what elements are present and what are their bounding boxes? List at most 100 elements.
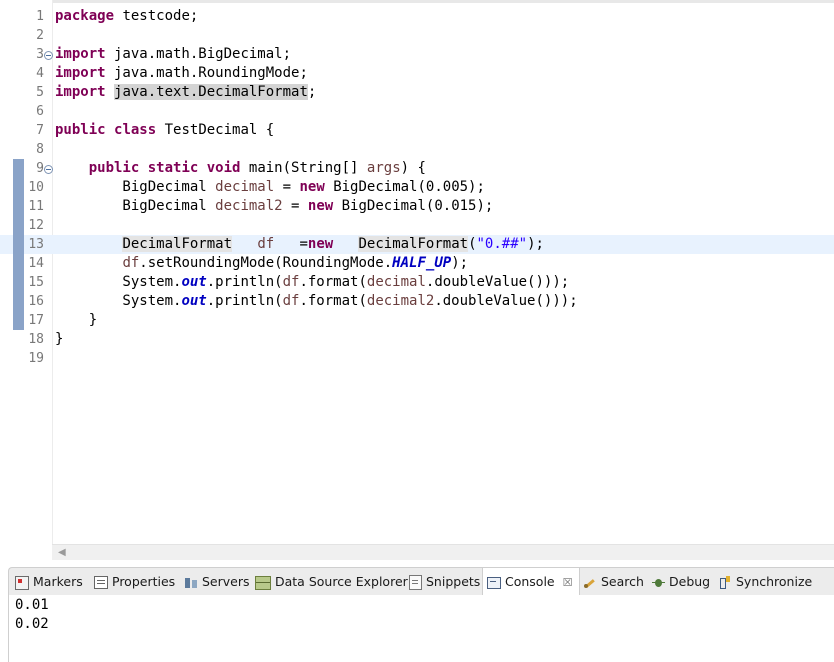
code-text: import java.math.BigDecimal; [55,45,291,64]
code-line[interactable]: 15 System.out.println(df.format(decimal.… [0,273,834,292]
token-kw: package [55,8,115,24]
token: .doubleValue())); [425,274,570,290]
token: .doubleValue())); [434,293,578,309]
tab-label: Console [505,574,555,589]
token-static-field: HALF_UP [392,255,452,271]
console-line: 0.02 [15,616,49,632]
line-number: 15 [28,275,44,290]
tab-label: Search [601,574,644,589]
code-line[interactable]: 8 [0,140,834,159]
console-output[interactable]: 0.01 0.02 [8,595,834,662]
tab-label: Snippets [426,574,481,589]
code-line[interactable]: 10 BigDecimal decimal = new BigDecimal(0… [0,178,834,197]
token: .format( [299,293,367,309]
collapse-fold-icon[interactable] [44,165,53,174]
code-line[interactable]: 3 import java.math.BigDecimal; [0,45,834,64]
code-editor[interactable]: 1 package testcode; 2 3 import java.math.Big… [0,0,834,560]
tab-synchronize[interactable]: Synchronize [719,568,812,595]
token: .println( [206,293,283,309]
debug-icon [652,576,665,589]
horizontal-scrollbar[interactable]: ◀ [52,544,834,560]
token: } [55,331,64,347]
collapse-fold-icon[interactable] [44,51,53,60]
token-kw: new [307,236,334,252]
tab-servers[interactable]: Servers [184,568,250,595]
token: java.math.BigDecimal; [105,46,292,62]
token-kw: void [206,160,241,176]
token: System. [55,274,182,290]
tab-label: Markers [33,574,83,589]
token: .println( [206,274,283,290]
tab-markers[interactable]: Markers [15,568,83,595]
token-var: df [257,236,275,252]
code-line[interactable]: 19 [0,349,834,368]
tab-search[interactable]: Search [583,568,644,595]
code-line[interactable]: 4 import java.math.RoundingMode; [0,64,834,83]
line-number: 18 [28,332,44,347]
token: BigDecimal(0.015); [333,198,494,214]
token: ); [527,236,544,252]
code-line[interactable]: 14 df.setRoundingMode(RoundingMode.HALF_… [0,254,834,273]
code-line[interactable]: 16 System.out.println(df.format(decimal2… [0,292,834,311]
code-line[interactable]: 13 DecimalFormat df =new DecimalFormat("… [0,235,834,254]
scroll-left-arrow-icon[interactable]: ◀ [58,547,66,558]
line-number: 10 [28,180,44,195]
token-kw: new [299,179,325,195]
tab-properties[interactable]: Properties [94,568,175,595]
token-kw: import [55,84,106,100]
token: java.math.RoundingMode; [105,65,308,81]
line-number: 3 [36,47,44,62]
code-line[interactable]: 18} [0,330,834,349]
close-console-icon[interactable]: ☒ [563,576,573,589]
code-text: import java.text.DecimalFormat; [55,83,316,102]
code-line[interactable]: 17 } [0,311,834,330]
token-kw: new [307,198,334,214]
token-occ: java.text.DecimalFormat [114,84,308,100]
token-var: decimal2 [366,293,435,309]
code-text: import java.math.RoundingMode; [55,64,308,83]
tab-label: Debug [669,574,711,589]
tab-console[interactable]: Console ☒ [482,568,580,596]
token-var: df [122,255,140,271]
code-line[interactable]: 6 [0,102,834,121]
token-kw: import [55,65,106,81]
line-number: 14 [28,256,44,271]
markers-icon [15,575,29,590]
code-area[interactable]: 1 package testcode; 2 3 import java.math.Big… [0,7,834,368]
code-text: BigDecimal decimal2 = new BigDecimal(0.0… [55,197,493,216]
line-number: 2 [36,28,44,43]
code-line[interactable]: 5 import java.text.DecimalFormat; [0,83,834,102]
code-line[interactable]: 12 [0,216,834,235]
code-line[interactable]: 2 [0,26,834,45]
code-line[interactable]: 1 package testcode; [0,7,834,26]
snippets-icon [409,575,422,590]
console-icon [487,576,501,589]
code-line[interactable]: 9 public static void main(String[] args)… [0,159,834,178]
line-number: 7 [36,123,44,138]
tab-snippets[interactable]: Snippets [409,568,480,595]
code-line[interactable]: 11 BigDecimal decimal2 = new BigDecimal(… [0,197,834,216]
tab-label: Properties [112,574,176,589]
editor-top-edge [0,0,834,3]
code-text: System.out.println(df.format(decimal.dou… [55,273,569,292]
views-tab-bar: Markers Properties Servers Data Source E… [8,567,834,596]
code-text: package testcode; [55,7,198,26]
token-var: decimal [215,179,275,195]
token: main(String[] [240,160,367,176]
line-number: 19 [28,351,44,366]
line-number: 6 [36,104,44,119]
tab-debug[interactable]: Debug [652,568,710,595]
token-kw: static [147,160,199,176]
code-line[interactable]: 7 public class TestDecimal { [0,121,834,140]
token: = [274,179,300,195]
token-static-field: out [181,274,207,290]
code-text: public class TestDecimal { [55,121,274,140]
token: ) { [400,160,426,176]
token: .format( [299,274,367,290]
token: ); [451,255,469,271]
tab-data-source-explorer[interactable]: Data Source Explorer [255,568,408,595]
